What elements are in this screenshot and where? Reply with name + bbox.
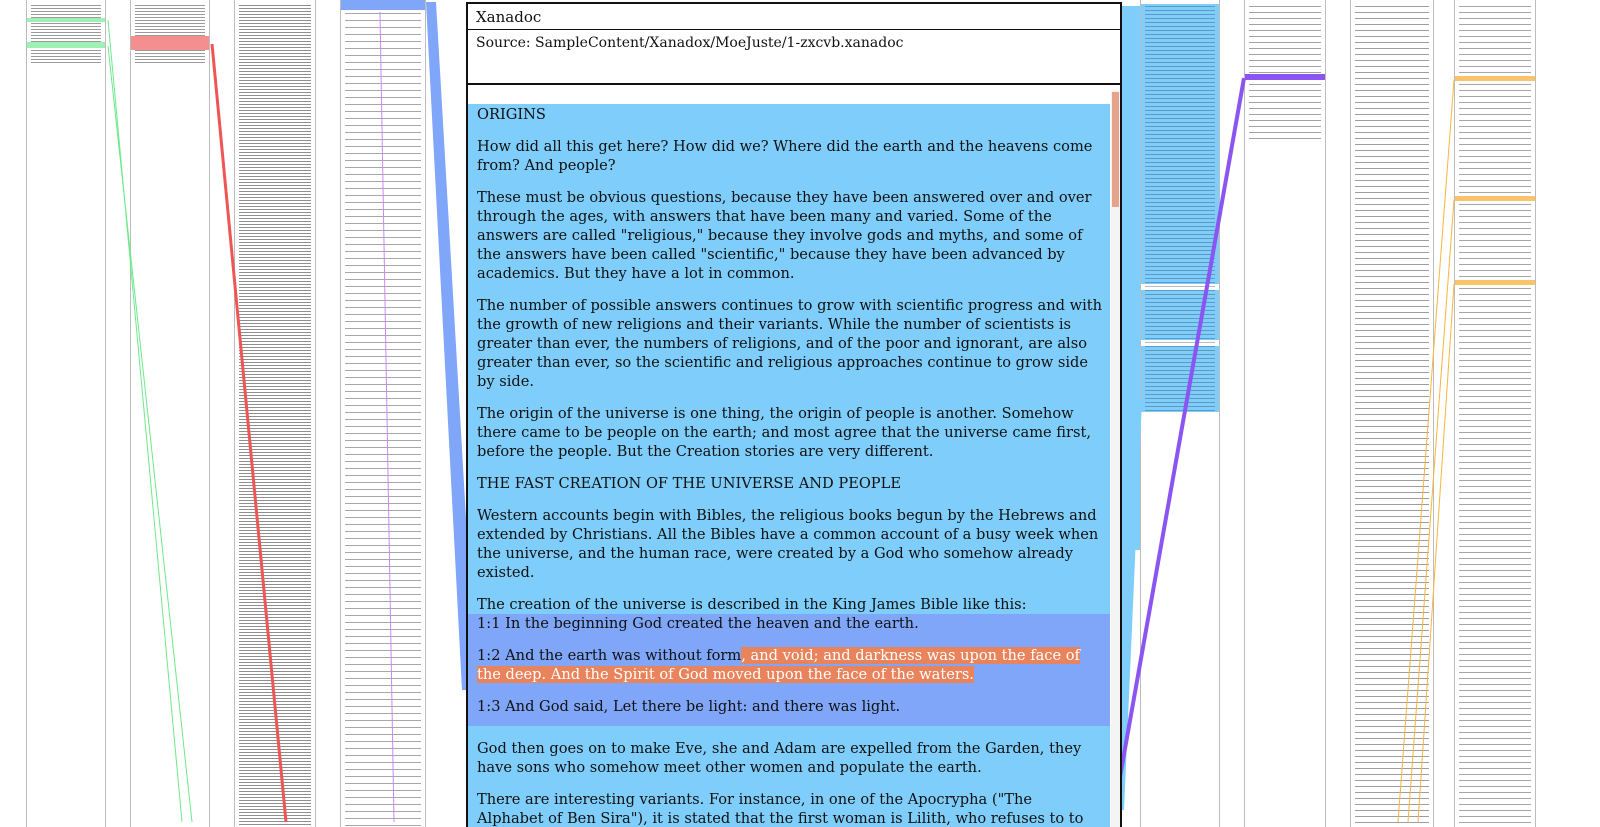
source-doc-column-2[interactable] [130, 0, 210, 827]
doc-text-lines [239, 3, 311, 827]
document-scroll-area[interactable]: ORIGINS How did all this get here? How d… [468, 90, 1120, 827]
paragraph-8: There are interesting variants. For inst… [477, 791, 1084, 827]
doc-text-lines [1355, 3, 1429, 827]
red-highlight [131, 36, 209, 50]
purple-highlight [1245, 74, 1325, 80]
source-doc-column-4[interactable] [340, 0, 426, 827]
doc-text-lines [1249, 3, 1321, 827]
doc-text-lines [1145, 3, 1215, 412]
source-doc-column-1[interactable] [26, 0, 106, 827]
xanadoc-panel: Xanadoc Source: SampleContent/Xanadox/Mo… [466, 2, 1122, 827]
source-doc-column-7[interactable] [1350, 0, 1434, 827]
verse-2-start: 1:2 And the earth was without form [477, 647, 742, 664]
paragraph-7: God then goes on to make Eve, she and Ad… [477, 740, 1082, 776]
vertical-scrollbar[interactable] [1111, 90, 1120, 827]
paragraph-1: How did all this get here? How did we? W… [477, 138, 1093, 174]
bible-quote-transclusion[interactable]: 1:1 In the beginning God created the hea… [468, 614, 1110, 726]
source-path: Source: SampleContent/Xanadox/MoeJuste/1… [468, 30, 1120, 85]
source-doc-column-8[interactable] [1454, 0, 1536, 827]
yellow-highlight-2 [1455, 196, 1535, 201]
source-doc-column-3[interactable] [234, 0, 316, 827]
doc-text-lines [135, 3, 205, 827]
doc-text-lines [1459, 3, 1531, 827]
document-content[interactable]: ORIGINS How did all this get here? How d… [468, 104, 1110, 827]
blue-highlight [341, 0, 425, 10]
window-title: Xanadoc [468, 2, 1120, 30]
source-doc-column-6[interactable] [1244, 0, 1326, 827]
verse-3: 1:3 And God said, Let there be light: an… [477, 698, 901, 715]
paragraph-4: The origin of the universe is one thing,… [477, 405, 1092, 460]
heading-fast-creation: THE FAST CREATION OF THE UNIVERSE AND PE… [477, 475, 901, 492]
paragraph-2: These must be obvious questions, because… [477, 189, 1092, 282]
blue-connector-right [1122, 6, 1140, 550]
paragraph-6: The creation of the universe is describe… [477, 596, 1027, 613]
yellow-highlight-3 [1455, 280, 1535, 285]
yellow-highlight-1 [1455, 76, 1535, 81]
heading-origins: ORIGINS [477, 106, 546, 123]
green-highlight-1 [27, 18, 105, 22]
verse-1: 1:1 In the beginning God created the hea… [477, 615, 919, 632]
verse-2: 1:2 And the earth was without form, and … [477, 646, 1102, 684]
doc-text-lines [345, 3, 421, 827]
paragraph-5: Western accounts begin with Bibles, the … [477, 507, 1099, 581]
source-doc-column-5[interactable] [1140, 0, 1220, 827]
scrollbar-thumb[interactable] [1112, 92, 1119, 207]
green-highlight-2 [27, 42, 105, 48]
doc-text-lines [31, 3, 101, 827]
paragraph-3: The number of possible answers continues… [477, 297, 1103, 390]
